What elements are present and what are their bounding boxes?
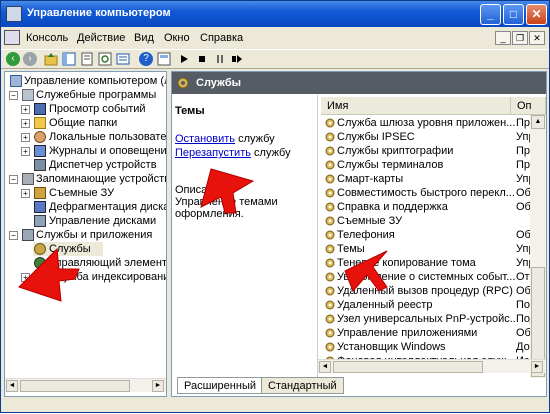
annotation-arrow bbox=[18, 247, 80, 302]
computer-management-window: Управление компьютером _ □ ✕ Консоль Дей… bbox=[0, 0, 550, 413]
annotation-overlay bbox=[18, 168, 388, 302]
annotation-arrow bbox=[200, 168, 255, 214]
annotation-arrow bbox=[344, 250, 388, 292]
